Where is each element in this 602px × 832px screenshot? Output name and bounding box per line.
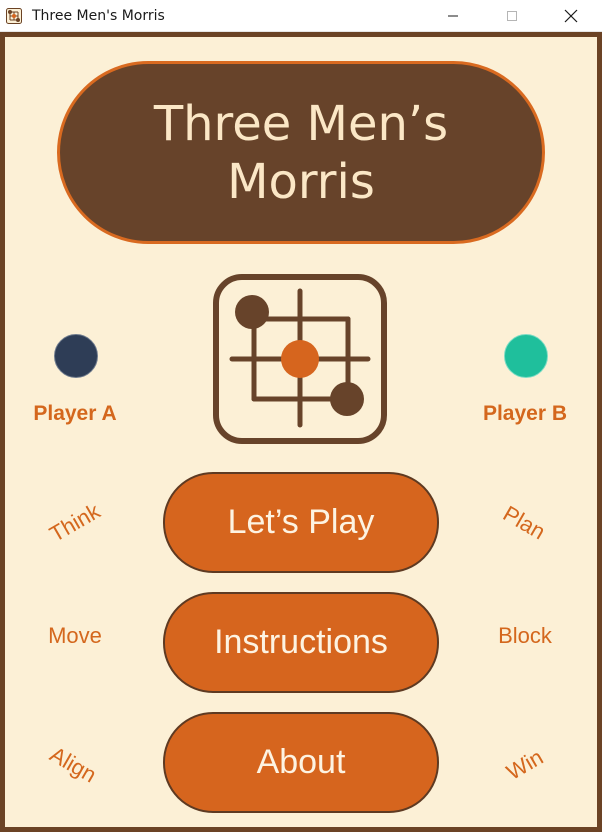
word-move: Move: [48, 623, 102, 648]
window-title: Three Men's Morris: [32, 8, 165, 24]
minimize-button[interactable]: [430, 0, 476, 32]
about-button[interactable]: About: [163, 712, 439, 813]
window-title-bar: Three Men's Morris: [0, 0, 602, 32]
main-canvas: Three Men’s Morris Player A Player B Let…: [5, 37, 597, 827]
maximize-icon: [507, 11, 517, 21]
minimize-icon: [448, 15, 458, 17]
morris-board-icon: [213, 274, 387, 444]
lets-play-button[interactable]: Let’s Play: [163, 472, 439, 573]
game-title: Three Men’s Morris: [153, 95, 449, 210]
instructions-button[interactable]: Instructions: [163, 592, 439, 693]
word-think: Think: [45, 498, 105, 547]
word-win: Win: [502, 744, 548, 785]
player-a-label: Player A: [33, 402, 117, 425]
app-icon: [6, 8, 22, 24]
player-b-token: [504, 334, 548, 378]
close-icon: [564, 9, 578, 23]
word-align: Align: [45, 741, 101, 788]
word-block: Block: [498, 623, 552, 648]
word-plan: Plan: [498, 500, 550, 545]
maximize-button[interactable]: [489, 0, 535, 32]
player-a-token: [54, 334, 98, 378]
close-button[interactable]: [548, 0, 594, 32]
title-banner: Three Men’s Morris: [57, 61, 545, 244]
player-b-label: Player B: [482, 402, 568, 425]
app-frame: Three Men’s Morris Player A Player B Let…: [0, 32, 602, 832]
